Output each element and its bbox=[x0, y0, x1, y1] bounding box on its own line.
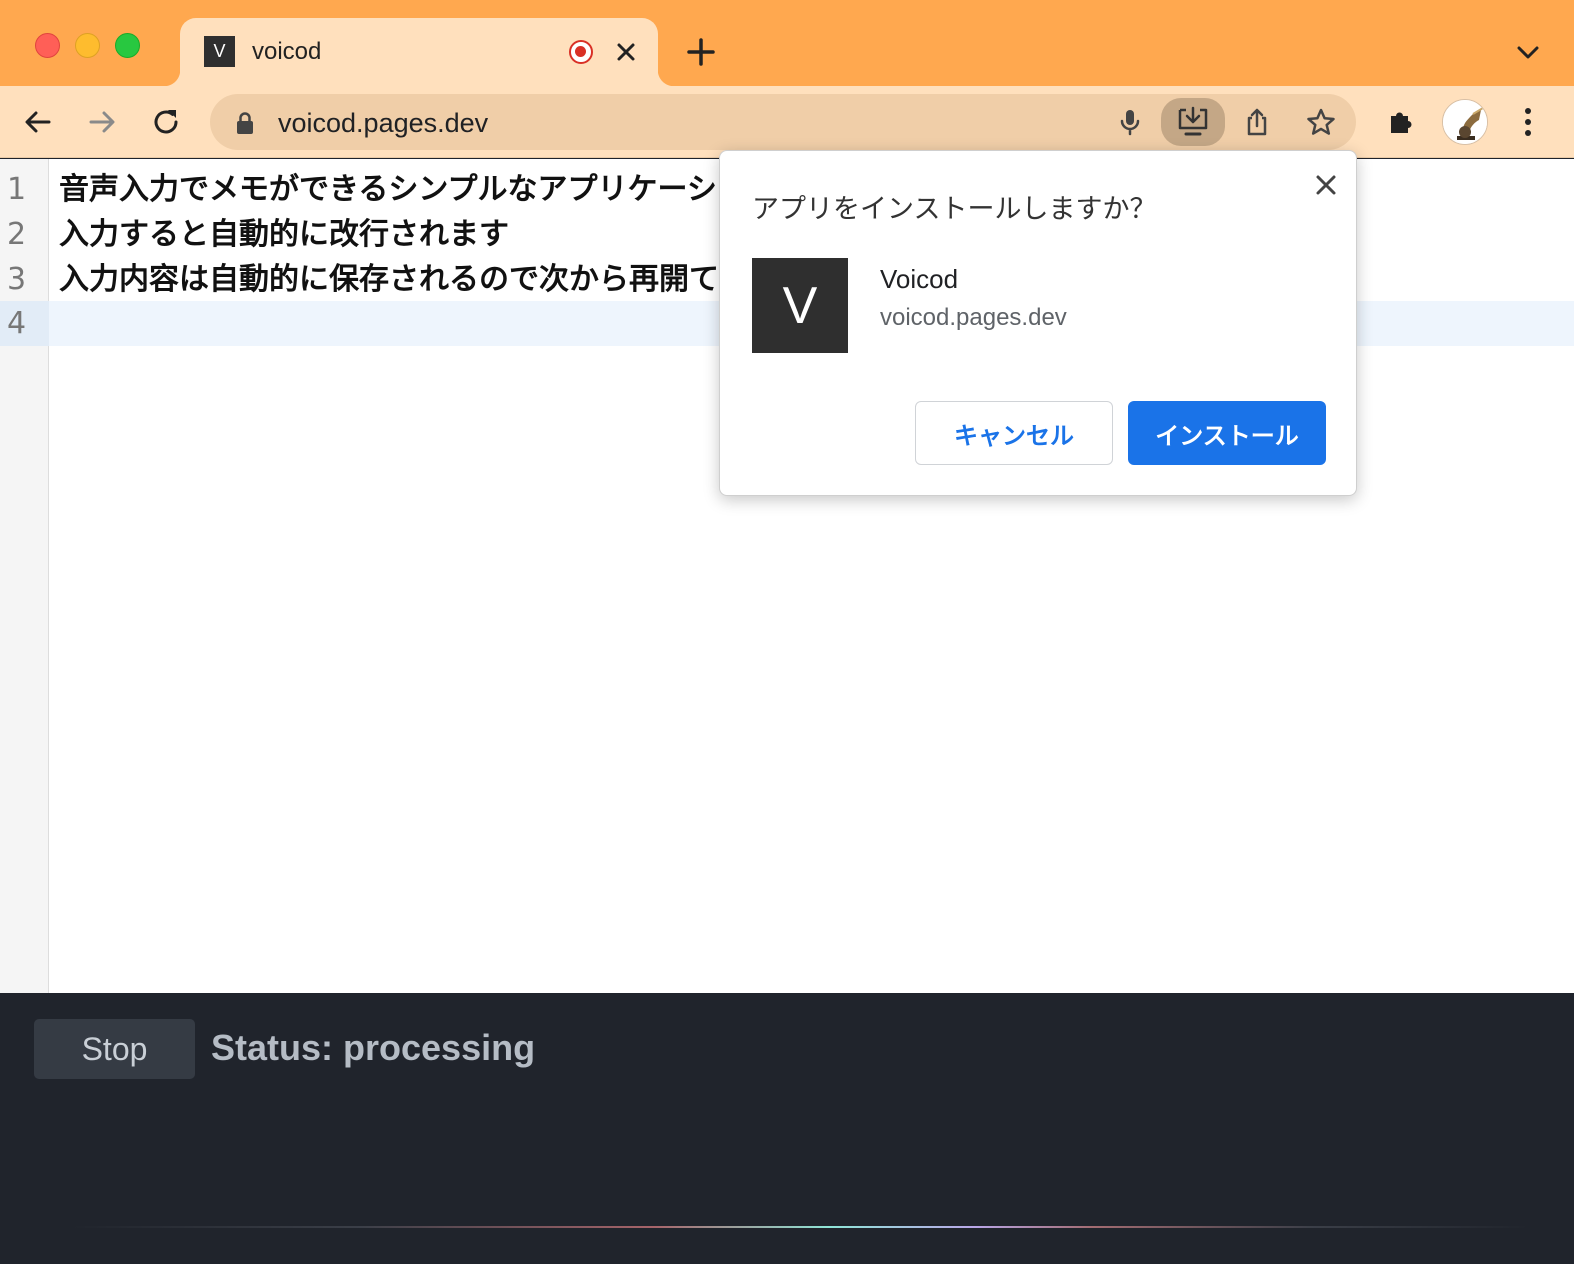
app-icon: V bbox=[752, 258, 848, 353]
extensions-icon[interactable] bbox=[1381, 102, 1421, 142]
chevron-down-icon[interactable] bbox=[1514, 40, 1542, 64]
tab-favicon: V bbox=[204, 36, 235, 67]
line-number: 1 bbox=[7, 172, 27, 207]
tab-strip: V voicod bbox=[0, 0, 1574, 86]
line-number: 2 bbox=[7, 217, 27, 252]
bookmark-star-icon[interactable] bbox=[1301, 102, 1341, 142]
lock-icon[interactable] bbox=[234, 111, 256, 140]
menu-kebab-icon[interactable] bbox=[1508, 102, 1548, 142]
install-app-dialog: アプリをインストールしますか？ V Voicod voicod.pages.de… bbox=[719, 150, 1357, 496]
address-bar[interactable]: voicod.pages.dev bbox=[210, 94, 1356, 150]
control-panel: Stop Status: processing bbox=[0, 993, 1574, 1264]
maximize-window-button[interactable] bbox=[115, 33, 140, 58]
profile-avatar[interactable] bbox=[1442, 99, 1488, 145]
close-window-button[interactable] bbox=[35, 33, 60, 58]
app-origin: voicod.pages.dev bbox=[880, 304, 1067, 331]
back-icon[interactable] bbox=[18, 102, 58, 142]
cancel-button[interactable]: キャンセル bbox=[915, 401, 1113, 465]
app-name: Voicod bbox=[880, 264, 959, 294]
line-text[interactable]: 入力すると自動的に改行されます bbox=[59, 212, 509, 257]
line-text[interactable]: 音声入力でメモができるシンプルなアプリケーショ bbox=[59, 167, 747, 212]
install-app-icon[interactable] bbox=[1161, 98, 1225, 146]
tab-title: voicod bbox=[252, 38, 322, 65]
audio-level-line bbox=[70, 1226, 1530, 1228]
share-icon[interactable] bbox=[1237, 102, 1277, 142]
browser-toolbar: voicod.pages.dev bbox=[0, 86, 1574, 158]
close-icon[interactable] bbox=[1310, 169, 1342, 201]
dialog-title: アプリをインストールしますか？ bbox=[752, 194, 1157, 225]
status-text: Status: processing bbox=[211, 1027, 536, 1068]
close-tab-icon[interactable] bbox=[612, 38, 640, 66]
install-button[interactable]: インストール bbox=[1128, 401, 1326, 465]
line-number: 4 bbox=[0, 301, 49, 346]
line-text[interactable]: 入力内容は自動的に保存されるので次から再開て bbox=[59, 257, 719, 302]
tab-voicod[interactable]: V voicod bbox=[164, 18, 674, 86]
reload-icon[interactable] bbox=[146, 102, 186, 142]
stop-button[interactable]: Stop bbox=[34, 1019, 195, 1079]
recording-icon bbox=[569, 40, 593, 64]
minimize-window-button[interactable] bbox=[75, 33, 100, 58]
line-number: 3 bbox=[7, 262, 27, 297]
url-text[interactable]: voicod.pages.dev bbox=[278, 108, 488, 139]
forward-icon[interactable] bbox=[82, 102, 122, 142]
new-tab-icon[interactable] bbox=[686, 37, 716, 67]
microphone-icon[interactable] bbox=[1110, 102, 1150, 142]
